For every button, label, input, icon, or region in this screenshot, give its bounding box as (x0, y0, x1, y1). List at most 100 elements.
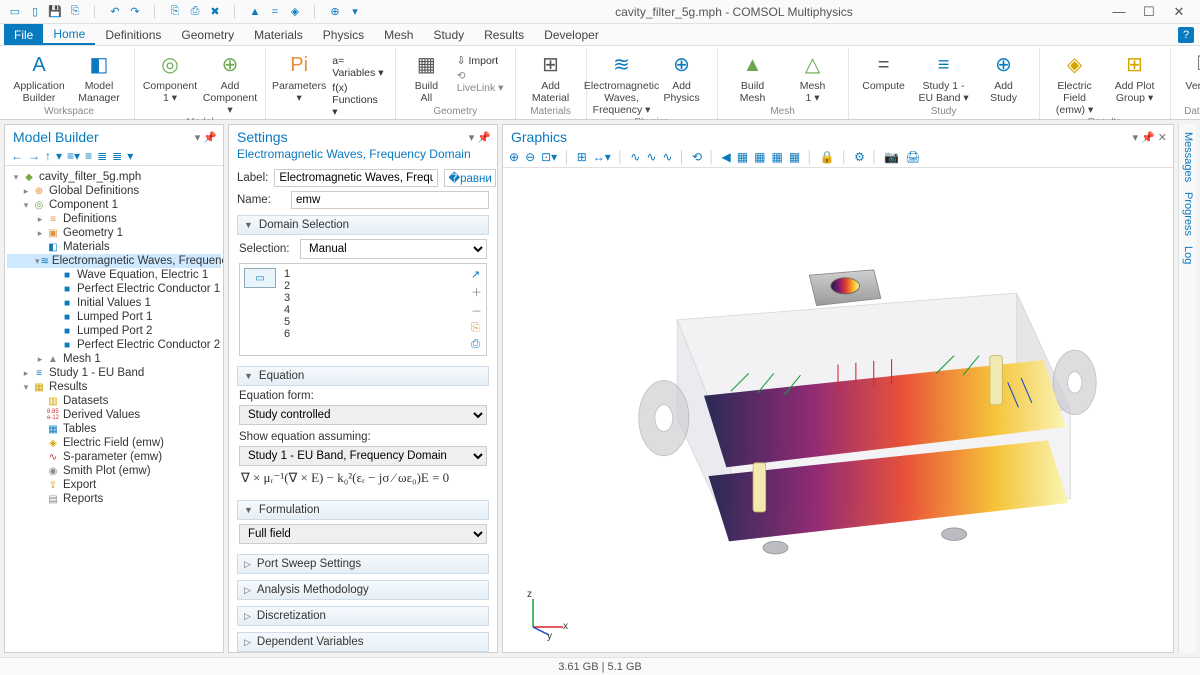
expand-icon[interactable]: ▸ (21, 186, 31, 197)
mesh-icon[interactable]: ▲ (248, 5, 262, 19)
gfx-tool-4[interactable]: ⊞ (577, 150, 587, 164)
copy-icon[interactable]: ⎘ (168, 5, 182, 19)
gfx-tool-13[interactable]: ◀ (722, 150, 731, 164)
tree-node[interactable]: ⇪Export (7, 478, 221, 492)
gfx-tool-11[interactable]: ⟲ (692, 150, 702, 164)
tab-file[interactable]: File (4, 24, 43, 45)
add-material-button[interactable]: ⊞Add Material (522, 50, 580, 105)
mb-tool-7[interactable]: ≣ (112, 149, 122, 163)
tree-node[interactable]: 8.85 e-12Derived Values (7, 408, 221, 422)
gfx-tool-16[interactable]: ▦ (771, 150, 782, 164)
gfx-tool-2[interactable]: ⊡▾ (541, 150, 557, 164)
gfx-tool-21[interactable]: ⚙ (854, 150, 865, 164)
add-icon[interactable]: ＋ (471, 284, 482, 300)
gfx-tool-0[interactable]: ⊕ (509, 150, 519, 164)
add-physics-button[interactable]: ⊕Add Physics (653, 50, 711, 116)
expand-icon[interactable]: ▾ (11, 172, 21, 183)
import-button[interactable]: ⇩ Import (453, 54, 509, 68)
view-mode-button[interactable]: ▭ (244, 268, 276, 288)
model-tree[interactable]: ▾◆cavity_filter_5g.mph▸⊕Global Definitio… (5, 166, 223, 652)
tree-node[interactable]: ▾▦Results (7, 380, 221, 394)
label-action-icon[interactable]: �равни (444, 169, 495, 187)
build-all-button[interactable]: ▦Build All (402, 50, 451, 105)
gfx-tool-5[interactable]: ↔▾ (593, 150, 611, 164)
domain-item[interactable]: 6 (282, 328, 465, 340)
build-mesh-button[interactable]: ▲Build Mesh (724, 50, 782, 105)
expand-icon[interactable]: ▸ (35, 214, 45, 225)
tree-node[interactable]: ■Lumped Port 2 (7, 324, 221, 338)
undo-icon[interactable]: ↶ (108, 5, 122, 19)
component-button[interactable]: ◎Component 1 ▾ (141, 50, 199, 116)
tab-home[interactable]: Home (43, 24, 95, 45)
graphics-canvas[interactable]: z x y (503, 168, 1173, 652)
expand-icon[interactable]: ▾ (35, 256, 40, 267)
save-icon[interactable]: 💾 (48, 5, 62, 19)
versions-button[interactable]: ⎘Versions (1177, 50, 1200, 105)
emw-button[interactable]: ≋Electromagnetic Waves, Frequency ▾ (593, 50, 651, 116)
tab-study[interactable]: Study (423, 24, 474, 45)
gfx-tool-9[interactable]: ∿ (662, 150, 672, 164)
formulation-header[interactable]: ▼Formulation (237, 500, 489, 520)
tab-developer[interactable]: Developer (534, 24, 609, 45)
gfx-tool-14[interactable]: ▦ (737, 150, 748, 164)
expand-icon[interactable]: ▸ (35, 354, 45, 365)
tree-node[interactable]: ◉Smith Plot (emw) (7, 464, 221, 478)
tree-node[interactable]: ▸≡Study 1 - EU Band (7, 366, 221, 380)
label-input[interactable] (274, 169, 438, 187)
section-header[interactable]: ▷Dependent Variables (237, 632, 489, 652)
domain-item[interactable]: 2 (282, 280, 465, 292)
mb-tool-2[interactable]: ↑ (45, 149, 51, 163)
mb-tool-6[interactable]: ≣ (97, 149, 107, 163)
tab-mesh[interactable]: Mesh (374, 24, 423, 45)
mb-tool-4[interactable]: ≡▾ (67, 149, 80, 163)
tree-node[interactable]: ▸≡Definitions (7, 212, 221, 226)
gfx-tool-24[interactable]: 🖨 (905, 150, 920, 164)
equation-assume-dropdown[interactable]: Study 1 - EU Band, Frequency Domain (239, 446, 487, 466)
tree-node[interactable]: ▦Tables (7, 422, 221, 436)
tab-physics[interactable]: Physics (313, 24, 374, 45)
tree-node[interactable]: ◈Electric Field (emw) (7, 436, 221, 450)
tree-node[interactable]: ■Perfect Electric Conductor 2 (7, 338, 221, 352)
zoom-selection-icon[interactable]: ↗ (471, 268, 482, 281)
add-component-button[interactable]: ⊕Add Component ▾ (201, 50, 259, 116)
redo-icon[interactable]: ↷ (128, 5, 142, 19)
save-as-icon[interactable]: ⎘ (68, 5, 82, 19)
tree-node[interactable]: ▸⊕Global Definitions (7, 184, 221, 198)
minimize-button[interactable]: — (1108, 4, 1130, 20)
tree-node[interactable]: ▾≋Electromagnetic Waves, Frequency (7, 254, 221, 268)
tree-node[interactable]: ■Initial Values 1 (7, 296, 221, 310)
expand-icon[interactable]: ▸ (35, 228, 45, 239)
electric-field-button[interactable]: ◈Electric Field (emw) ▾ (1046, 50, 1104, 116)
tree-node[interactable]: ▾◎Component 1 (7, 198, 221, 212)
zoom-icon[interactable]: ⊕ (328, 5, 342, 19)
domain-selection-header[interactable]: ▼Domain Selection (237, 215, 489, 235)
paste-icon[interactable]: ⎙ (471, 338, 482, 351)
domain-item[interactable]: 5 (282, 316, 465, 328)
mb-tool-3[interactable]: ▾ (56, 149, 62, 163)
paste-icon[interactable]: ⎙ (188, 5, 202, 19)
dropdown-icon[interactable]: ▾ 📌 (469, 131, 491, 144)
equation-header[interactable]: ▼Equation (237, 366, 489, 386)
close-button[interactable]: ✕ (1168, 4, 1190, 20)
expand-icon[interactable]: ▾ (21, 200, 31, 211)
functions-button[interactable]: f(x) Functions ▾ (328, 81, 389, 119)
domain-item[interactable]: 4 (282, 304, 465, 316)
copy-icon[interactable]: ⎘ (471, 322, 482, 335)
gfx-tool-1[interactable]: ⊖ (525, 150, 535, 164)
tab-geometry[interactable]: Geometry (171, 24, 244, 45)
mb-tool-1[interactable]: → (28, 149, 40, 163)
section-header[interactable]: ▷Port Sweep Settings (237, 554, 489, 574)
add-plot-button[interactable]: ⊞Add Plot Group ▾ (1106, 50, 1164, 116)
domain-list[interactable]: 123456 (282, 268, 465, 348)
domain-item[interactable]: 3 (282, 292, 465, 304)
maximize-button[interactable]: ☐ (1138, 4, 1160, 20)
compute-button[interactable]: =Compute (855, 50, 913, 105)
tab-materials[interactable]: Materials (244, 24, 313, 45)
mb-tool-0[interactable]: ← (11, 149, 23, 163)
variables-button[interactable]: a= Variables ▾ (328, 54, 389, 80)
tree-node[interactable]: ■Perfect Electric Conductor 1 (7, 282, 221, 296)
help-button[interactable]: ? (1178, 27, 1194, 43)
mb-tool-8[interactable]: ▾ (127, 149, 133, 163)
tree-node[interactable]: ▸▲Mesh 1 (7, 352, 221, 366)
tree-node[interactable]: ∿S-parameter (emw) (7, 450, 221, 464)
